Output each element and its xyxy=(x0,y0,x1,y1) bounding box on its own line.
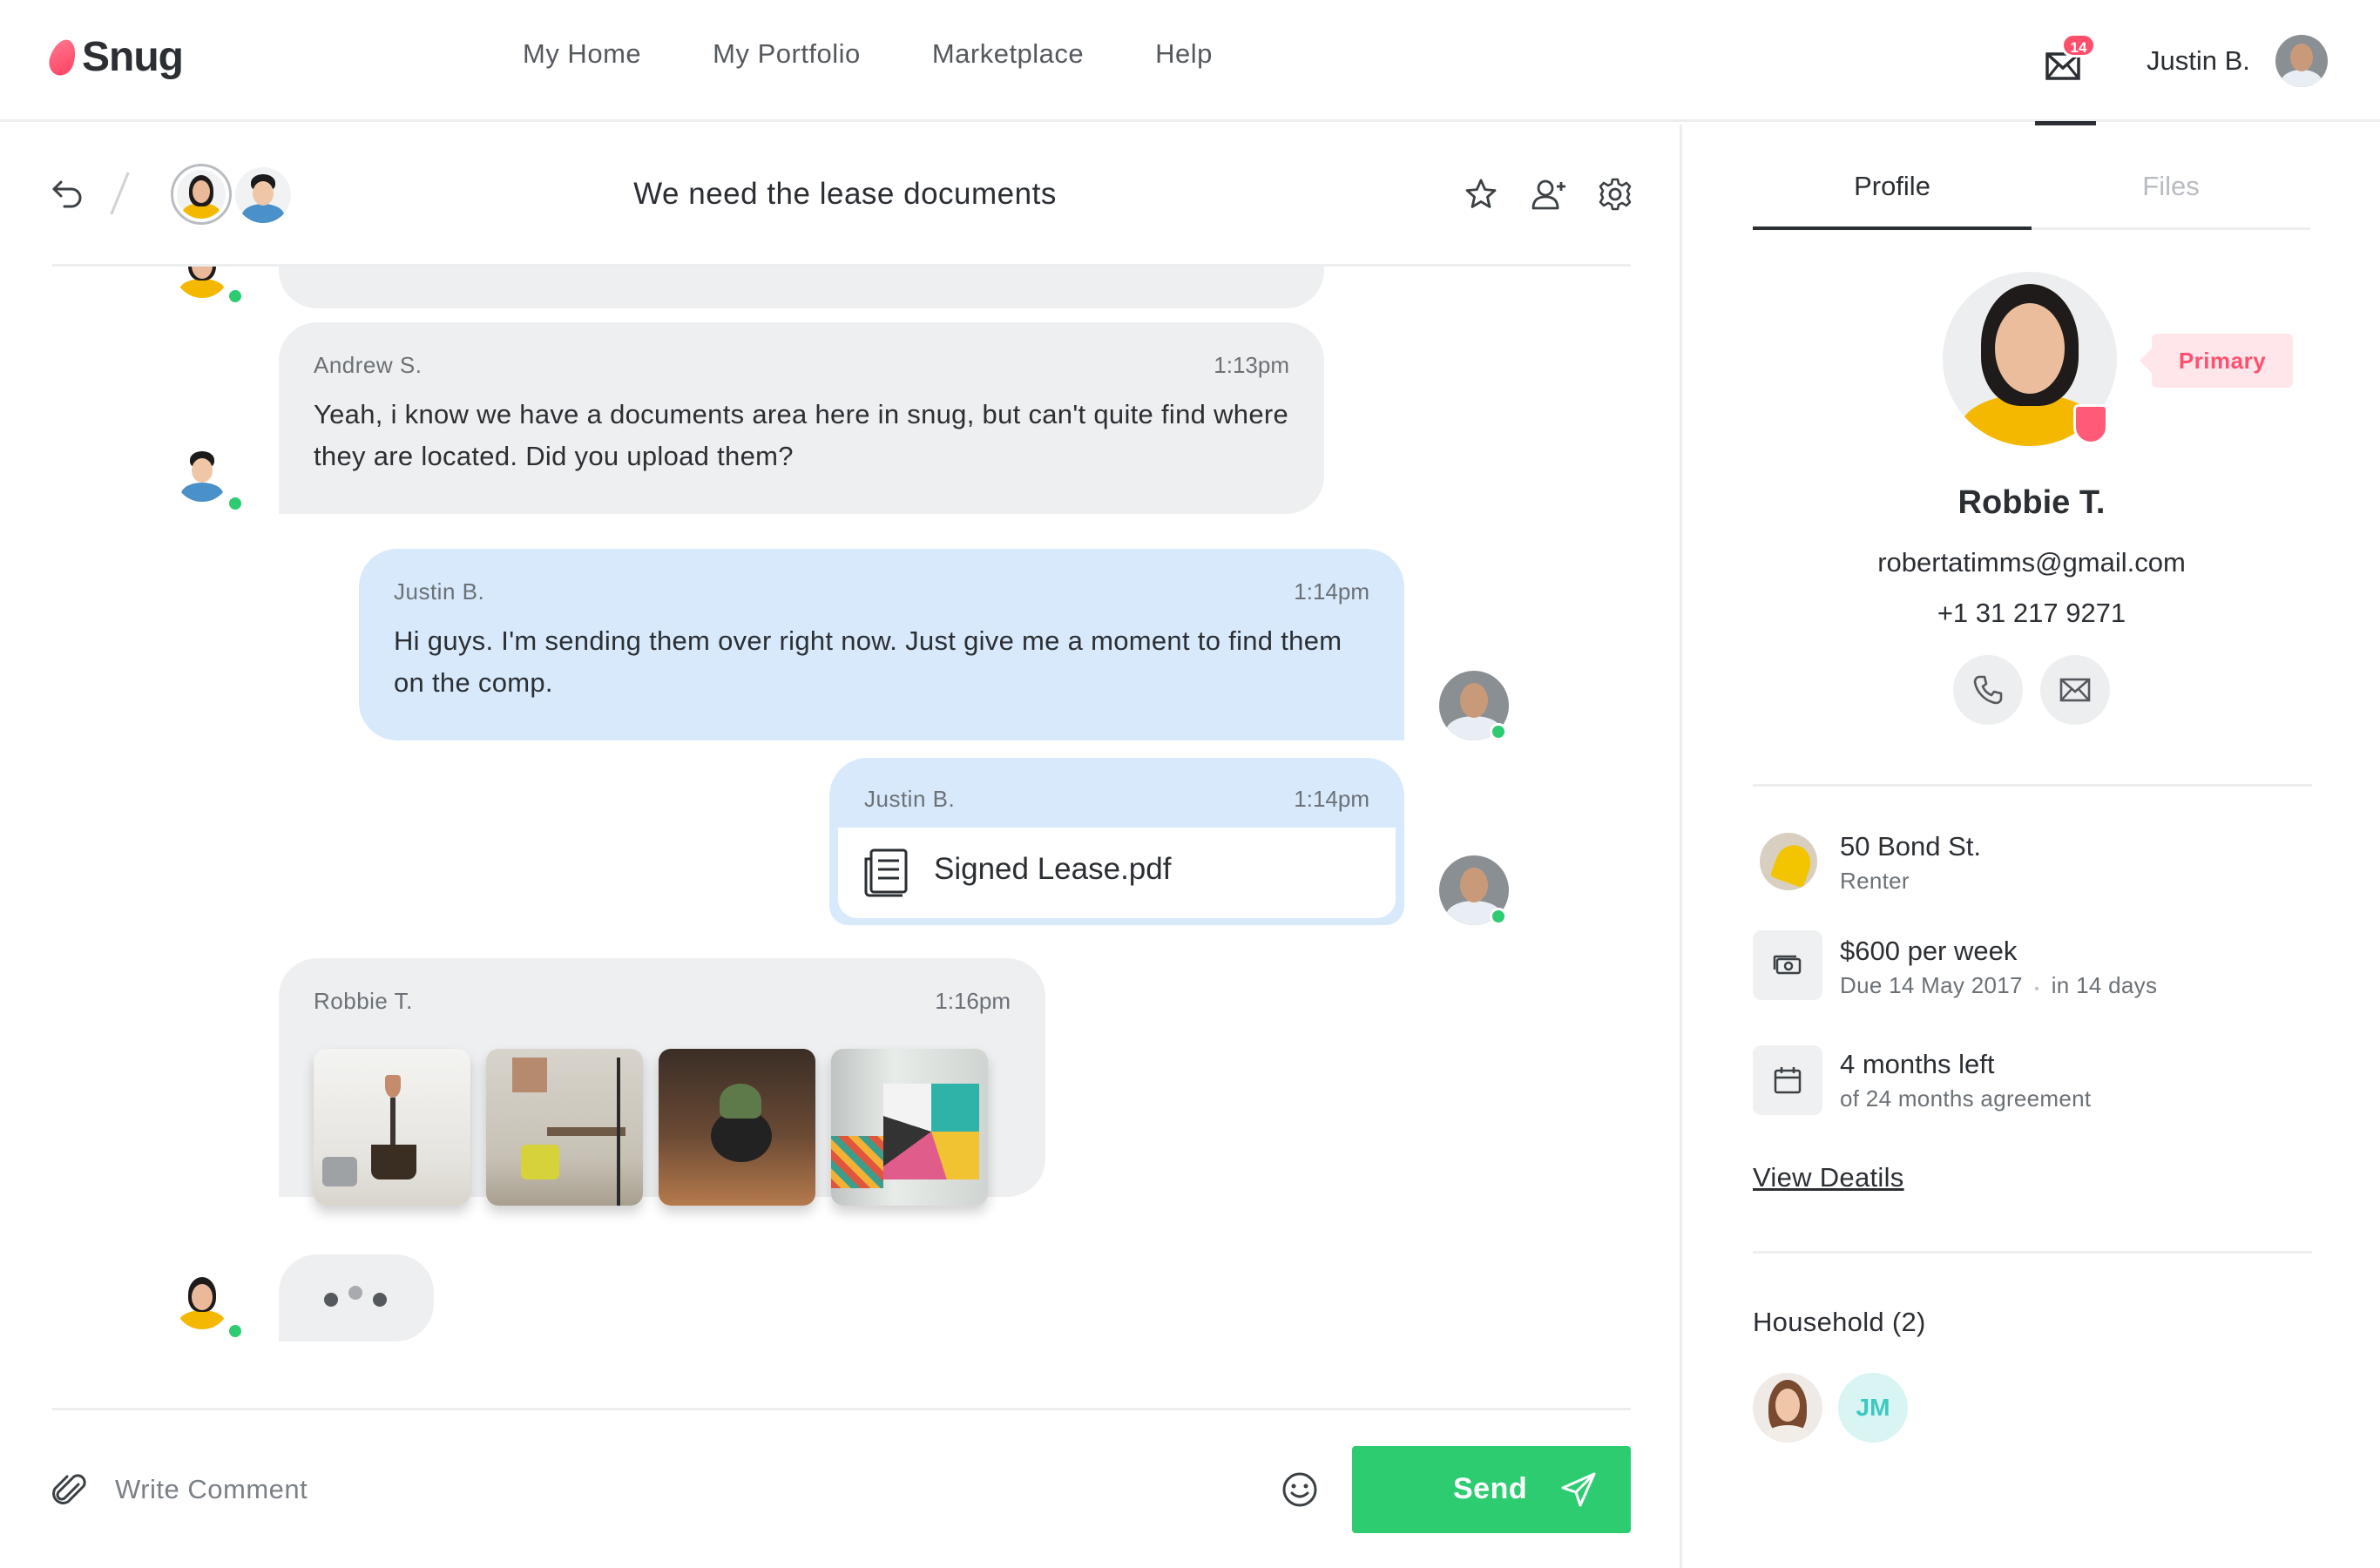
typing-dot xyxy=(373,1293,387,1307)
message-author: Robbie T. xyxy=(314,988,413,1014)
tab-files[interactable]: Files xyxy=(2032,171,2310,202)
profile-phone[interactable]: +1 31 217 9271 xyxy=(1753,598,2310,629)
money-icon xyxy=(1773,955,1802,975)
household-member-initials[interactable]: JM xyxy=(1838,1373,1908,1443)
composer-divider xyxy=(52,1408,1631,1410)
envelope-icon xyxy=(2059,678,2091,702)
paper-plane-icon xyxy=(1561,1472,1596,1507)
unread-count-badge: 14 xyxy=(2061,33,2096,57)
top-navigation-bar: Snug My Home My Portfolio Marketplace He… xyxy=(0,0,2380,125)
calendar-icon xyxy=(1774,1067,1802,1094)
participant-avatar-robbie[interactable] xyxy=(171,164,232,225)
rent-amount: $600 per week xyxy=(1840,936,2018,966)
add-person-icon[interactable] xyxy=(1530,177,1568,212)
primary-shield-icon xyxy=(2073,404,2108,444)
primary-badge: Primary xyxy=(2140,334,2293,388)
rent-due-date: Due 14 May 2017 • in 14 days xyxy=(1840,972,2157,999)
nav-item-my-portfolio[interactable]: My Portfolio xyxy=(713,38,861,70)
profile-tabs: Profile Files xyxy=(1753,157,2310,230)
current-user-name[interactable]: Justin B. xyxy=(2147,45,2250,77)
participant-avatar-andrew[interactable] xyxy=(235,167,291,223)
sender-avatar-andrew xyxy=(174,446,230,502)
typing-dot xyxy=(324,1293,338,1307)
panel-divider xyxy=(1680,125,1682,1568)
comment-input[interactable] xyxy=(115,1463,1247,1516)
conversation-title: We need the lease documents xyxy=(633,177,1057,211)
message-time: 1:14pm xyxy=(1294,578,1369,605)
photo-message-bubble[interactable]: Robbie T. 1:16pm xyxy=(279,958,1045,1206)
message-author: Justin B. xyxy=(394,578,485,605)
lease-icon-tile xyxy=(1753,1045,1822,1115)
profile-divider xyxy=(1753,784,2312,787)
call-button[interactable] xyxy=(1953,655,2023,725)
snug-logo[interactable]: Snug xyxy=(45,33,184,81)
file-message-bubble[interactable]: Justin B. 1:14pm Signed Lease.pdf xyxy=(829,758,1404,925)
photo-thumbnail-plant[interactable] xyxy=(659,1049,815,1206)
settings-gear-icon[interactable] xyxy=(1598,177,1633,212)
message-author: Justin B. xyxy=(864,786,956,812)
nav-item-my-home[interactable]: My Home xyxy=(523,38,641,70)
active-tab-indicator xyxy=(1753,226,2032,230)
phone-icon xyxy=(1973,675,2003,705)
lease-agreement-length: of 24 months agreement xyxy=(1840,1085,2092,1112)
view-details-link[interactable]: View Deatils xyxy=(1753,1162,1904,1193)
header-slash-divider xyxy=(110,172,130,215)
online-indicator xyxy=(1490,908,1507,925)
lease-remaining: 4 months left xyxy=(1840,1049,1995,1079)
message-bubble-justin[interactable]: Justin B. 1:14pm Hi guys. I'm sending th… xyxy=(359,549,1404,740)
online-indicator xyxy=(227,287,244,305)
messages-button[interactable]: 14 xyxy=(2035,31,2096,125)
photo-thumbnail-desk[interactable] xyxy=(486,1049,643,1206)
property-thumbnail[interactable] xyxy=(1760,833,1817,890)
sender-avatar-robbie xyxy=(174,267,230,298)
send-button[interactable]: Send xyxy=(1352,1446,1631,1533)
rent-due-text: Due 14 May 2017 xyxy=(1840,972,2023,998)
current-user-avatar[interactable] xyxy=(2275,35,2328,87)
property-role: Renter xyxy=(1840,868,1910,894)
profile-name: Robbie T. xyxy=(1957,484,2106,521)
nav-item-marketplace[interactable]: Marketplace xyxy=(932,38,1084,70)
logo-text: Snug xyxy=(82,34,184,80)
household-member-avatar[interactable] xyxy=(1753,1373,1822,1443)
online-indicator xyxy=(1490,723,1507,740)
star-icon[interactable] xyxy=(1464,177,1498,212)
online-indicator xyxy=(227,495,244,512)
rent-separator: • xyxy=(2034,982,2040,997)
property-address[interactable]: 50 Bond St. xyxy=(1840,831,1981,862)
rent-icon-tile xyxy=(1753,930,1822,1000)
file-attachment-card[interactable]: Signed Lease.pdf xyxy=(838,828,1396,918)
message-time: 1:13pm xyxy=(1214,352,1289,378)
profile-email[interactable]: robertatimms@gmail.com xyxy=(1753,547,2310,578)
rent-due-relative: in 14 days xyxy=(2051,972,2158,998)
emoji-icon[interactable] xyxy=(1281,1470,1319,1509)
message-list[interactable]: Andrew S. 1:13pm Yeah, i know we have a … xyxy=(0,267,1680,1408)
household-label: Household (2) xyxy=(1753,1307,1926,1337)
sender-avatar-robbie xyxy=(174,1274,230,1329)
message-bubble-andrew[interactable]: Andrew S. 1:13pm Yeah, i know we have a … xyxy=(279,322,1324,514)
typing-indicator xyxy=(279,1254,434,1342)
message-time: 1:14pm xyxy=(1294,786,1369,812)
snug-logo-mark xyxy=(45,36,80,78)
file-name: Signed Lease.pdf xyxy=(934,852,1172,886)
tab-profile[interactable]: Profile xyxy=(1753,171,2032,202)
email-button[interactable] xyxy=(2040,655,2110,725)
document-icon xyxy=(864,848,908,897)
paperclip-icon[interactable] xyxy=(52,1470,87,1509)
send-label: Send xyxy=(1453,1472,1528,1505)
previous-message-bubble xyxy=(279,267,1324,308)
message-author: Andrew S. xyxy=(314,352,423,378)
photo-thumbnail-cushion[interactable] xyxy=(831,1049,988,1206)
household-divider xyxy=(1753,1251,2312,1254)
message-text: Hi guys. I'm sending them over right now… xyxy=(394,625,1342,698)
message-time: 1:16pm xyxy=(935,988,1011,1014)
typing-dot xyxy=(348,1286,362,1300)
online-indicator xyxy=(227,1322,244,1340)
message-text: Yeah, i know we have a documents area he… xyxy=(314,399,1289,471)
nav-item-help[interactable]: Help xyxy=(1155,38,1213,70)
main-nav: My Home My Portfolio Marketplace Help xyxy=(523,38,1284,70)
photo-thumbnail-coffee[interactable] xyxy=(314,1049,470,1206)
reply-back-icon[interactable] xyxy=(51,179,85,210)
